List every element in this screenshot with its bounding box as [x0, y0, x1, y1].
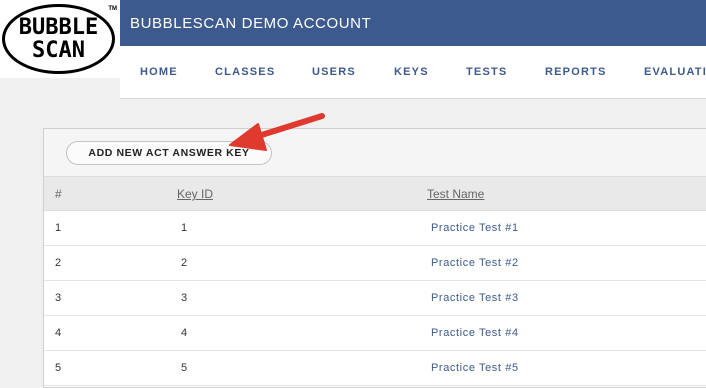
red-pointer-arrow-icon — [229, 113, 325, 151]
